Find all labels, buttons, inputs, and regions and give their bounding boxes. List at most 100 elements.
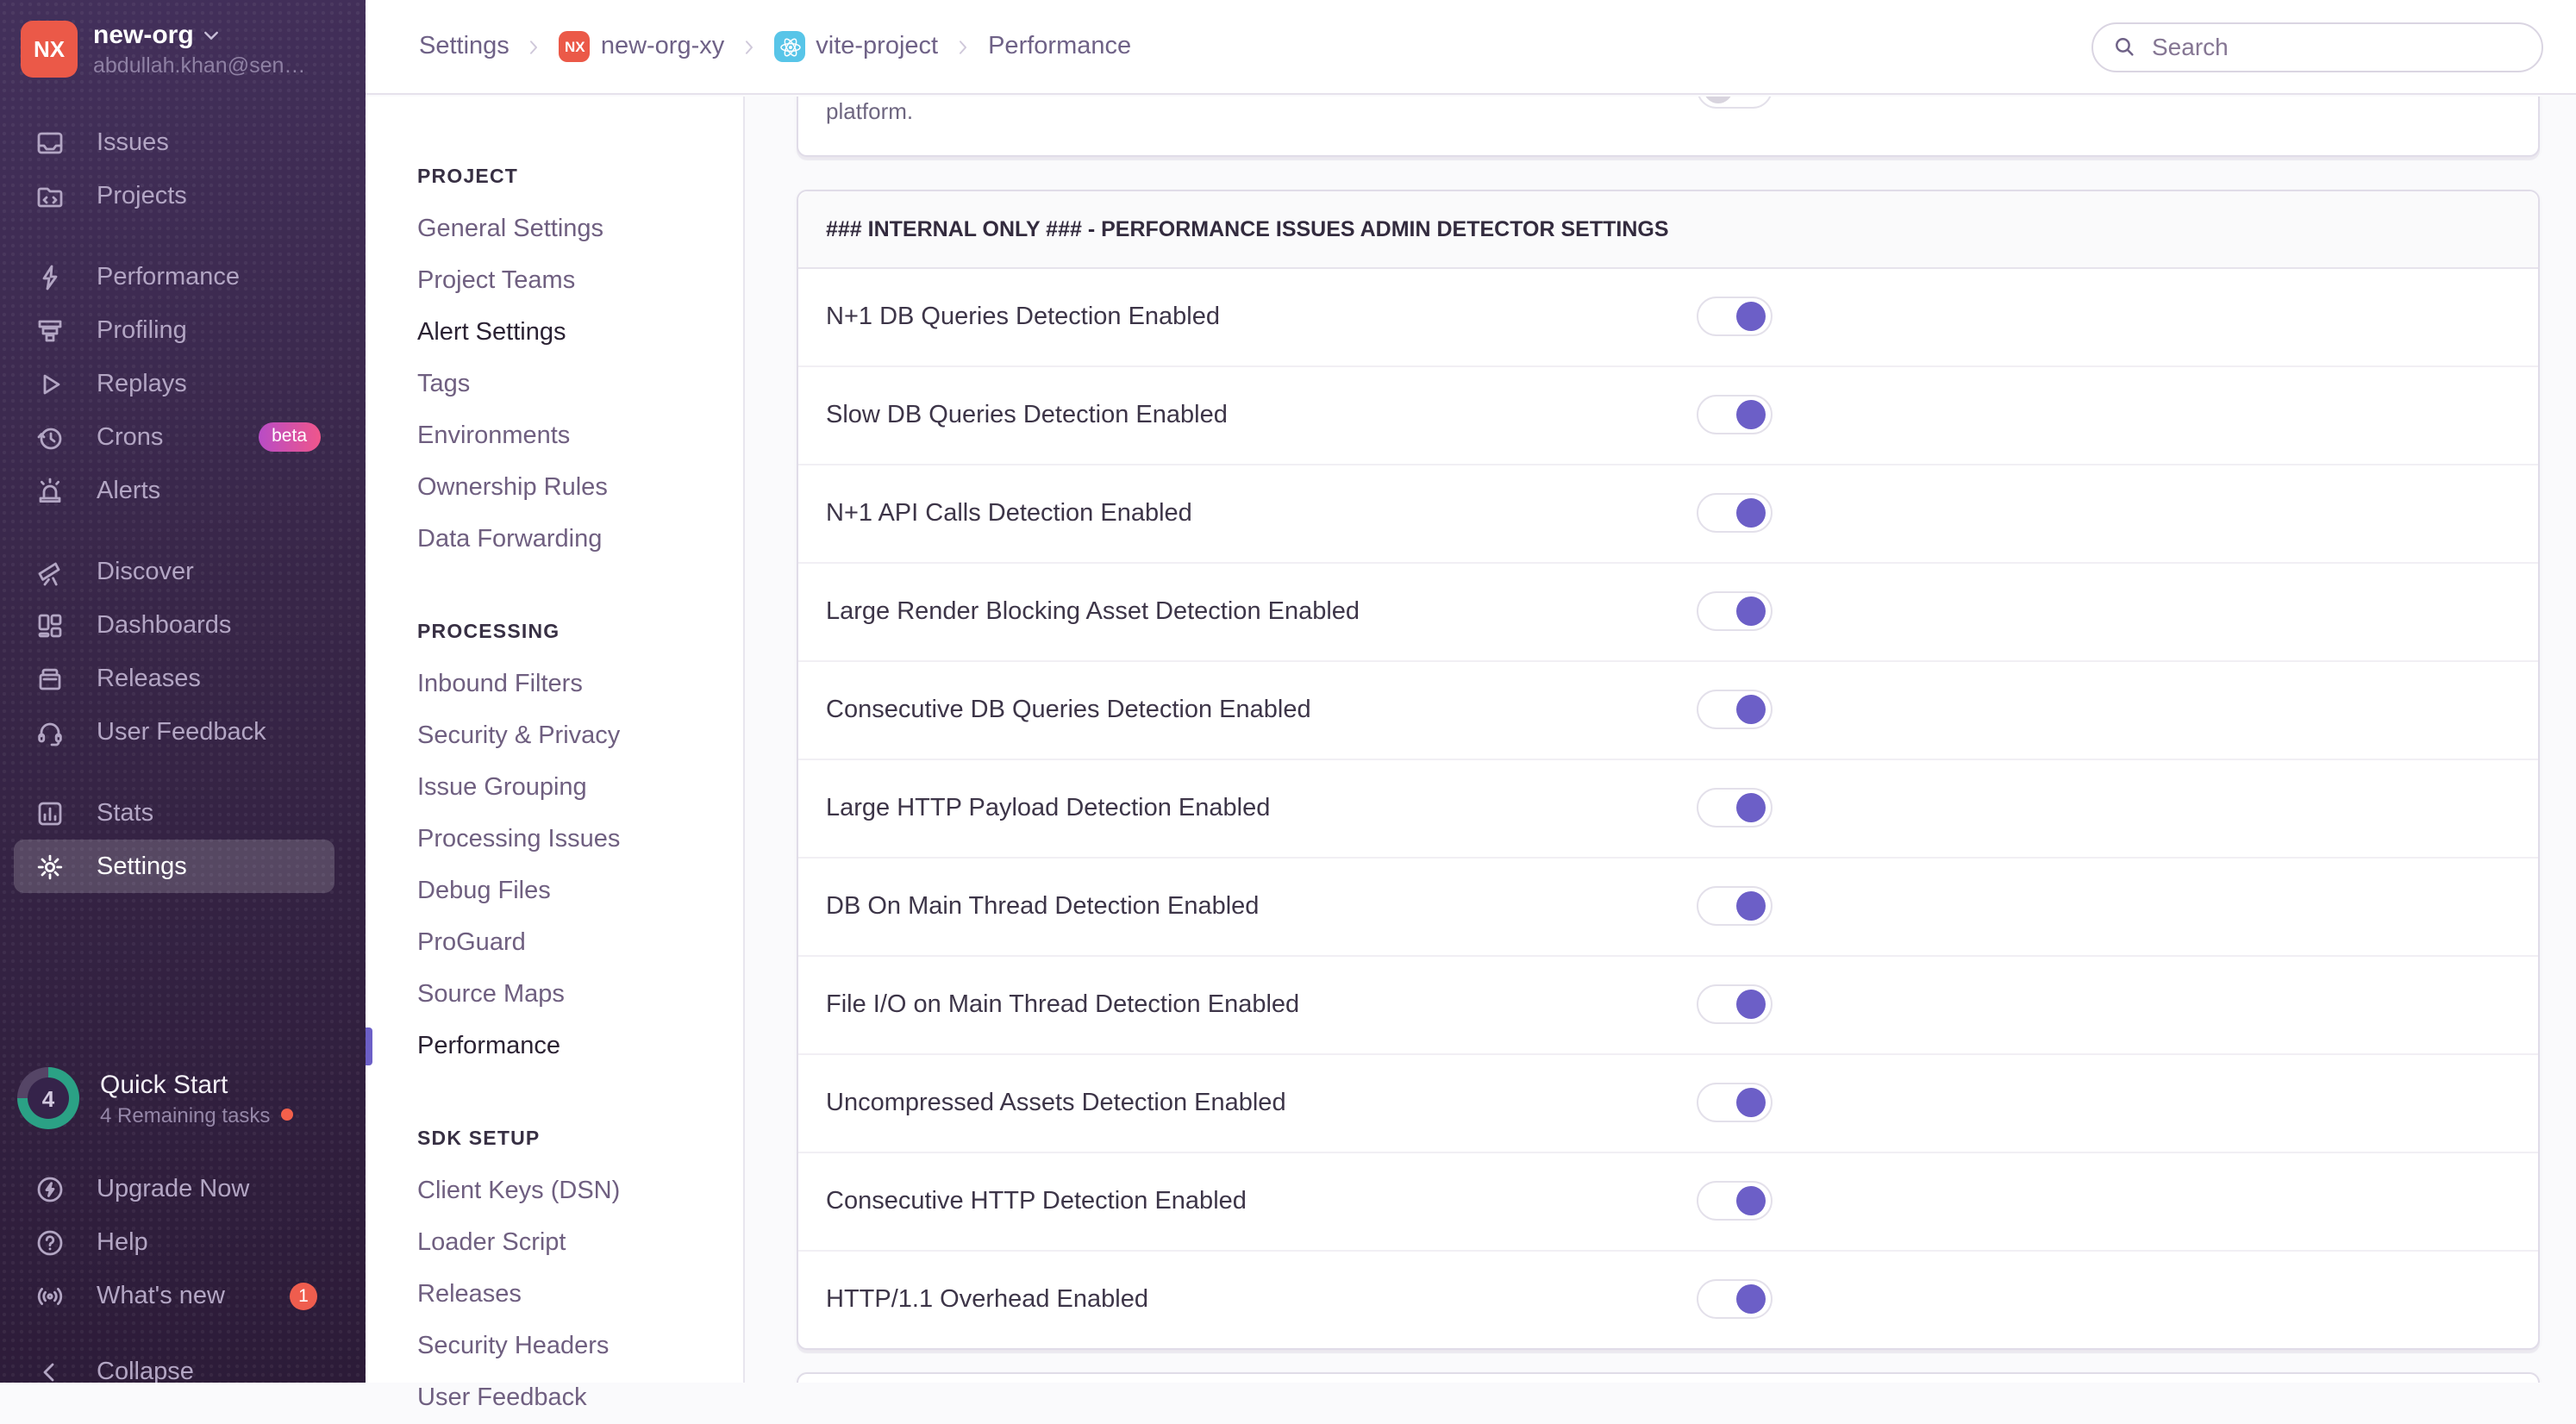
sidebar-item-help[interactable]: Help (0, 1215, 366, 1269)
box-icon (34, 663, 66, 694)
setting-description: platform. (826, 98, 914, 124)
toggle-n-1-api-calls-detection-enabled[interactable] (1697, 493, 1773, 533)
sidebar-nav-group: Discover Dashboards Releases User Feedback (0, 545, 366, 759)
toggle-db-on-main-thread-detection-enabled[interactable] (1697, 886, 1773, 926)
sidebar-item-releases[interactable]: Releases (0, 652, 366, 705)
quick-start-subtitle: 4 Remaining tasks (100, 1102, 271, 1127)
settings-nav-item-security-headers[interactable]: Security Headers (366, 1321, 743, 1372)
collapse-button[interactable]: Collapse (0, 1345, 366, 1383)
breadcrumb-performance[interactable]: Performance (988, 33, 1131, 60)
siren-icon (34, 475, 66, 506)
toggle-large-render-blocking-asset-detection-enabled[interactable] (1697, 591, 1773, 631)
settings-nav-item-security-privacy[interactable]: Security & Privacy (366, 710, 743, 762)
sidebar-item-discover[interactable]: Discover (0, 545, 366, 598)
toggle-http-1-1-overhead-enabled[interactable] (1697, 1279, 1773, 1319)
setting-label: N+1 API Calls Detection Enabled (826, 500, 1192, 528)
detector-rows: N+1 DB Queries Detection Enabled Slow DB … (798, 269, 2538, 1348)
settings-nav-item-project-teams[interactable]: Project Teams (366, 255, 743, 307)
settings-nav-item-user-feedback[interactable]: User Feedback (366, 1372, 743, 1424)
breadcrumb-project[interactable]: vite-project (774, 31, 938, 62)
org-switcher[interactable]: NX new-org abdullah.khan@sen… (0, 0, 366, 78)
sidebar-item-dashboards[interactable]: Dashboards (0, 598, 366, 652)
settings-nav-section: PROJECT General Settings Project Teams Aler… (366, 152, 743, 565)
sidebar-item-user-feedback[interactable]: User Feedback (0, 705, 366, 759)
settings-nav-item-proguard[interactable]: ProGuard (366, 917, 743, 969)
settings-nav-item-debug-files[interactable]: Debug Files (366, 865, 743, 917)
sidebar-item-stats[interactable]: Stats (0, 786, 366, 840)
sidebar-item-label: User Feedback (97, 718, 266, 746)
settings-nav-item-client-keys-dsn[interactable]: Client Keys (DSN) (366, 1165, 743, 1217)
toggle-knob (1736, 498, 1766, 528)
setting-label: Large HTTP Payload Detection Enabled (826, 795, 1271, 822)
sidebar-item-what-s-new[interactable]: What's new 1 (0, 1269, 366, 1322)
org-avatar: NX (21, 21, 78, 78)
toggle-n-1-db-queries-detection-enabled[interactable] (1697, 297, 1773, 336)
setting-label: HTTP/1.1 Overhead Enabled (826, 1286, 1148, 1314)
settings-nav-section-title: PROJECT (417, 167, 519, 188)
lightning-icon (34, 261, 66, 292)
sidebar-item-alerts[interactable]: Alerts (0, 464, 366, 517)
setting-row-slow-db-queries-detection-enabled: Slow DB Queries Detection Enabled (798, 365, 2538, 464)
toggle-knob (1736, 793, 1766, 822)
settings-nav-item-performance[interactable]: Performance (366, 1021, 743, 1072)
setting-label: Uncompressed Assets Detection Enabled (826, 1090, 1286, 1117)
sidebar-item-label: Performance (97, 263, 241, 290)
toggle-consecutive-http-detection-enabled[interactable] (1697, 1181, 1773, 1221)
sidebar-item-upgrade-now[interactable]: Upgrade Now (0, 1162, 366, 1215)
toggle-large-http-payload-detection-enabled[interactable] (1697, 788, 1773, 828)
setting-row-large-render-blocking-asset-detection-enabled: Large Render Blocking Asset Detection En… (798, 562, 2538, 660)
settings-nav-item-general-settings[interactable]: General Settings (366, 203, 743, 255)
sidebar-item-replays[interactable]: Replays (0, 357, 366, 410)
sidebar-item-label: Projects (97, 182, 187, 209)
toggle-file-i-o-on-main-thread-detection-enabled[interactable] (1697, 984, 1773, 1024)
toggle-knob (1736, 990, 1766, 1019)
search-box[interactable] (2091, 22, 2543, 72)
sidebar-item-label: Profiling (97, 316, 187, 344)
partial-settings-card: platform. (797, 97, 2540, 157)
headset-icon (34, 716, 66, 747)
toggle-slow-db-queries-detection-enabled[interactable] (1697, 395, 1773, 434)
setting-row-consecutive-db-queries-detection-enabled: Consecutive DB Queries Detection Enabled (798, 660, 2538, 759)
search-input[interactable] (2148, 31, 2523, 62)
sidebar-item-crons[interactable]: Crons beta (0, 410, 366, 464)
sidebar-item-profiling[interactable]: Profiling (0, 303, 366, 357)
telescope-icon (34, 556, 66, 587)
toggle-uncompressed-assets-detection-enabled[interactable] (1697, 1083, 1773, 1122)
settings-nav-item-tags[interactable]: Tags (366, 359, 743, 410)
sidebar-item-performance[interactable]: Performance (0, 250, 366, 303)
settings-nav-item-data-forwarding[interactable]: Data Forwarding (366, 514, 743, 565)
notification-dot (280, 1109, 293, 1121)
settings-nav-item-issue-grouping[interactable]: Issue Grouping (366, 762, 743, 814)
chevron-right-icon (740, 37, 759, 56)
sidebar-item-label: Stats (97, 799, 154, 827)
toggle-knob (1736, 400, 1766, 429)
org-badge: NX (559, 31, 591, 62)
sidebar-nav-group: Performance Profiling Replays Crons beta Aler… (0, 250, 366, 517)
sidebar-footer: Upgrade Now Help What's new 1 (0, 1162, 366, 1322)
settings-nav-item-processing-issues[interactable]: Processing Issues (366, 814, 743, 865)
settings-nav-item-alert-settings[interactable]: Alert Settings (366, 307, 743, 359)
setting-row-large-http-payload-detection-enabled: Large HTTP Payload Detection Enabled (798, 759, 2538, 857)
quick-start[interactable]: 4 Quick Start 4 Remaining tasks (0, 1055, 366, 1129)
sidebar-item-settings[interactable]: Settings (14, 840, 335, 893)
sidebar-item-label: Dashboards (97, 611, 232, 639)
sidebar-item-label: Releases (97, 665, 201, 692)
settings-nav-item-ownership-rules[interactable]: Ownership Rules (366, 462, 743, 514)
settings-nav-item-environments[interactable]: Environments (366, 410, 743, 462)
chevron-right-icon (525, 37, 544, 56)
setting-row-consecutive-http-detection-enabled: Consecutive HTTP Detection Enabled (798, 1152, 2538, 1250)
breadcrumb-organization[interactable]: NX new-org-xy (559, 31, 724, 62)
sidebar-item-label: Discover (97, 558, 194, 585)
toggle-knob (1736, 302, 1766, 331)
settings-nav-item-inbound-filters[interactable]: Inbound Filters (366, 659, 743, 710)
settings-nav-item-releases[interactable]: Releases (366, 1269, 743, 1321)
upgrade-icon (34, 1173, 66, 1204)
settings-nav-item-loader-script[interactable]: Loader Script (366, 1217, 743, 1269)
breadcrumb-settings[interactable]: Settings (419, 33, 510, 60)
play-icon (34, 368, 66, 399)
sidebar-item-projects[interactable]: Projects (0, 169, 366, 222)
toggle-partial-setting[interactable] (1697, 97, 1773, 109)
sidebar-item-issues[interactable]: Issues (0, 116, 366, 169)
settings-nav-item-source-maps[interactable]: Source Maps (366, 969, 743, 1021)
toggle-consecutive-db-queries-detection-enabled[interactable] (1697, 690, 1773, 729)
